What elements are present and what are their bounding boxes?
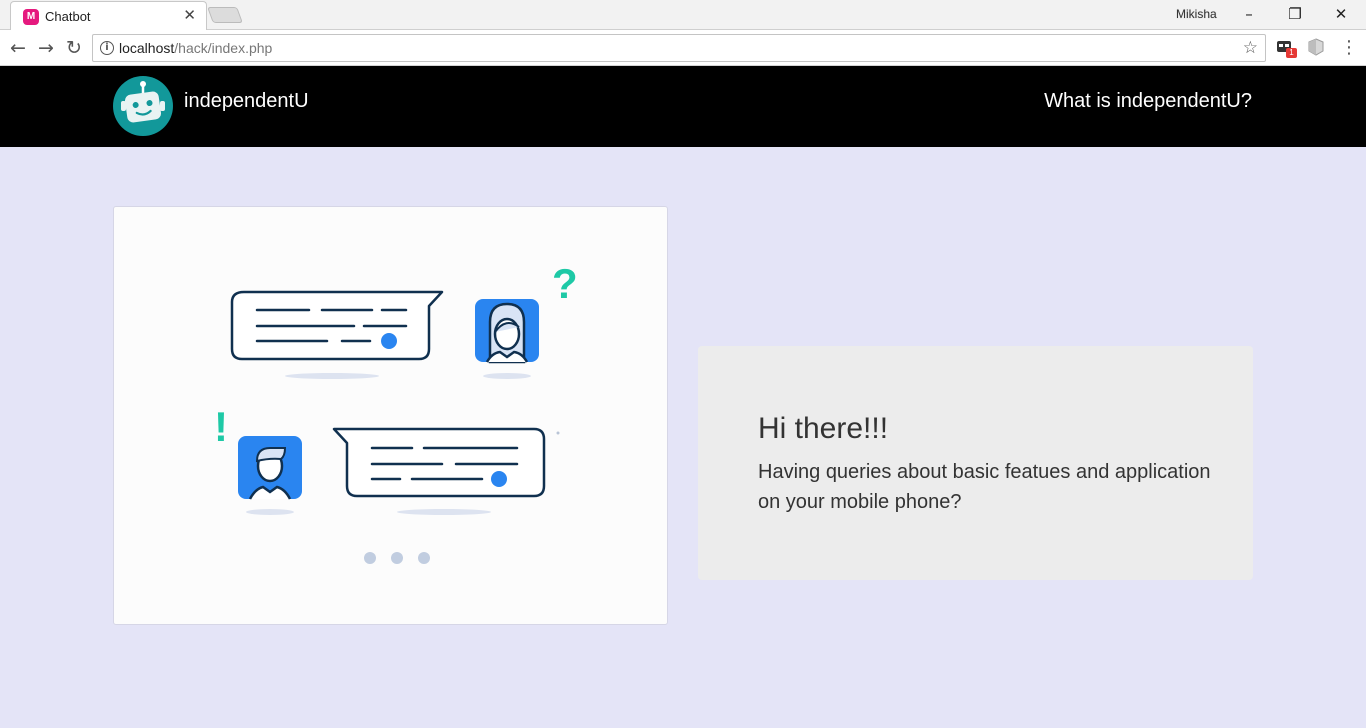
robot-logo-icon[interactable] [113, 76, 173, 136]
close-tab-icon[interactable]: ✕ [183, 8, 196, 24]
male-avatar-icon [238, 436, 302, 500]
close-window-icon[interactable]: ✕ [1318, 0, 1364, 30]
minimize-icon[interactable]: – [1226, 0, 1272, 30]
illustration-card: ? ! [113, 206, 668, 625]
shield-extension-icon[interactable] [1307, 38, 1325, 56]
url-text[interactable]: localhost/hack/index.php [119, 40, 272, 56]
restore-icon[interactable]: ❐ [1272, 0, 1318, 30]
chat-illustration: ? ! [214, 260, 578, 564]
chatbot-favicon-icon: M [23, 9, 39, 25]
female-avatar-icon [475, 299, 539, 364]
what-is-link[interactable]: What is independentU? [1044, 90, 1252, 113]
bookmark-star-icon[interactable]: ☆ [1243, 38, 1258, 58]
tab-title: Chatbot [45, 9, 91, 24]
browser-tab-bar: M Chatbot ✕ Mikisha – ❐ ✕ [0, 0, 1366, 30]
speech-bubble-top [230, 290, 444, 361]
profile-name[interactable]: Mikisha [1176, 7, 1217, 21]
reload-icon[interactable]: ↻ [62, 36, 86, 60]
new-tab-button[interactable] [207, 7, 243, 23]
extension-badge: 1 [1286, 48, 1297, 58]
greeting-title: Hi there!!! [758, 412, 889, 445]
address-bar[interactable]: i localhost/hack/index.php ☆ [92, 34, 1266, 62]
greeting-text: Having queries about basic featues and a… [758, 461, 1211, 513]
speech-bubble-bottom [332, 427, 546, 498]
browser-tab[interactable]: M Chatbot ✕ [10, 1, 207, 30]
browser-menu-icon[interactable]: ⋮ [1339, 36, 1359, 60]
browser-toolbar: ← → ↻ i localhost/hack/index.php ☆ 1 ⋮ [0, 30, 1366, 66]
greeting-card: Hi there!!! Having queries about basic f… [698, 346, 1253, 580]
brand-name[interactable]: independentU [184, 90, 309, 113]
info-icon[interactable]: i [100, 41, 114, 55]
url-path: /hack/index.php [174, 40, 273, 56]
site-header: independentU What is independentU? [0, 66, 1366, 147]
extension-icon[interactable]: 1 [1276, 38, 1297, 58]
shield-glyph-icon [1308, 38, 1324, 56]
exclamation-mark: ! [214, 403, 228, 450]
forward-icon[interactable]: → [34, 36, 58, 60]
url-host: localhost [119, 40, 175, 56]
typing-indicator-icon [364, 552, 430, 564]
back-icon[interactable]: ← [6, 36, 30, 60]
question-mark: ? [552, 260, 578, 307]
